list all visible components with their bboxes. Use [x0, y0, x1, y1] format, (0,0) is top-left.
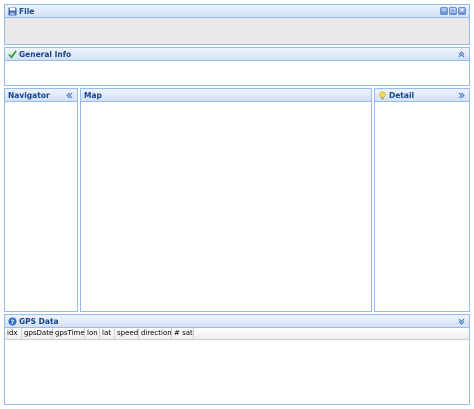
- detail-panel: Detail: [374, 88, 470, 312]
- lightbulb-icon: [379, 90, 386, 99]
- file-panel-header: File – □ ×: [5, 5, 469, 18]
- floppy-disk-icon: [8, 6, 17, 16]
- detail-header: Detail: [375, 89, 469, 102]
- gps-data-panel: ? GPS Data idx gpsDate gpsTime lon lat s…: [4, 314, 470, 405]
- gps-grid-header: idx gpsDate gpsTime lon lat speed direct…: [5, 328, 469, 340]
- map-area[interactable]: [81, 102, 371, 311]
- collapse-down-icon[interactable]: [457, 317, 466, 326]
- column-header-speed[interactable]: speed: [115, 328, 139, 339]
- help-icon: ?: [8, 316, 17, 326]
- file-panel: File – □ ×: [4, 4, 470, 45]
- collapse-right-icon[interactable]: [457, 91, 466, 100]
- general-info-title: General Info: [19, 49, 72, 59]
- gps-grid-body[interactable]: [5, 340, 469, 404]
- navigator-panel: Navigator: [4, 88, 78, 312]
- gps-data-title: GPS Data: [19, 316, 59, 326]
- navigator-title: Navigator: [8, 90, 50, 100]
- column-header-gpstime[interactable]: gpsTime: [53, 328, 85, 339]
- column-header-lat[interactable]: lat: [100, 328, 115, 339]
- general-info-header: General Info: [5, 48, 469, 61]
- checkmark-icon: [8, 49, 17, 59]
- minimize-button[interactable]: –: [440, 7, 448, 15]
- column-header-gpsdate[interactable]: gpsDate: [22, 328, 53, 339]
- map-title: Map: [84, 90, 102, 100]
- general-info-panel: General Info: [4, 47, 470, 86]
- collapse-up-icon[interactable]: [457, 50, 466, 59]
- column-header-idx[interactable]: idx: [5, 328, 22, 339]
- column-header-lon[interactable]: lon: [85, 328, 100, 339]
- map-header: Map: [81, 89, 371, 102]
- column-header-sat[interactable]: # sat: [172, 328, 194, 339]
- close-button[interactable]: ×: [458, 7, 466, 15]
- file-panel-body: [5, 18, 469, 44]
- navigator-header: Navigator: [5, 89, 77, 102]
- restore-button[interactable]: □: [449, 7, 457, 15]
- map-panel: Map: [80, 88, 372, 312]
- gps-data-header: ? GPS Data: [5, 315, 469, 328]
- file-panel-title: File: [19, 6, 35, 16]
- column-header-direction[interactable]: direction: [139, 328, 172, 339]
- svg-text:?: ?: [11, 319, 15, 326]
- detail-title: Detail: [389, 90, 415, 100]
- collapse-left-icon[interactable]: [65, 91, 74, 100]
